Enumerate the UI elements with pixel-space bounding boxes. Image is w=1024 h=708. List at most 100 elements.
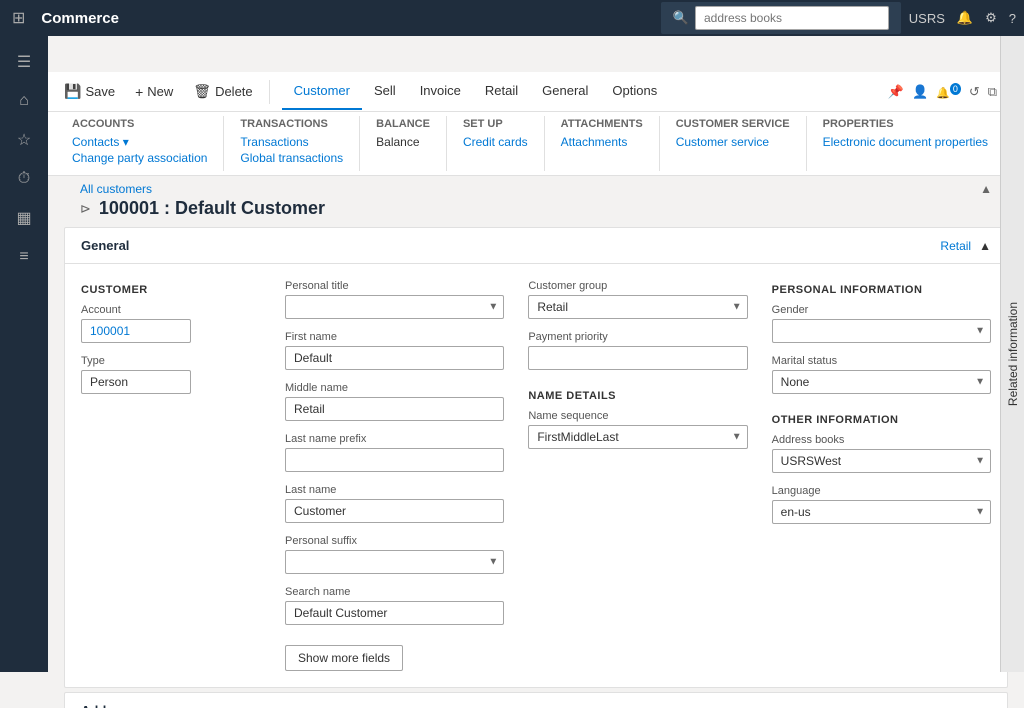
general-section-right: Retail ▲ <box>940 239 991 253</box>
first-name-input[interactable] <box>285 346 504 370</box>
help-icon[interactable]: ? <box>1009 11 1016 26</box>
middle-name-label: Middle name <box>285 382 504 394</box>
ribbon-balance[interactable]: Balance <box>376 134 430 150</box>
customer-group-label: Customer group <box>528 280 747 292</box>
marital-status-select[interactable]: None <box>772 370 991 394</box>
account-field-group: Account <box>81 304 261 343</box>
notification-badge[interactable]: 🔔0 <box>936 84 961 100</box>
tab-customer[interactable]: Customer <box>282 74 362 110</box>
filter-icon[interactable]: ⊳ <box>80 201 91 217</box>
new-button[interactable]: + New <box>127 80 181 104</box>
form-scroll: All customers ▲ ⊳ 100001 : Default Custo… <box>48 176 1024 708</box>
ribbon-global-transactions[interactable]: Global transactions <box>240 150 343 166</box>
addresses-section-title: Addresses <box>81 703 147 708</box>
ribbon-group-properties: Properties Electronic document propertie… <box>807 116 1004 171</box>
home-icon[interactable]: ⌂ <box>0 84 48 118</box>
type-field-group: Type <box>81 355 261 394</box>
payment-priority-input[interactable] <box>528 346 747 370</box>
personal-info-column: PERSONAL INFORMATION Gender ▼ Mari <box>772 280 991 671</box>
general-section-chevron[interactable]: ▲ <box>979 239 991 253</box>
clock-icon[interactable]: ⏱ <box>0 162 48 196</box>
personal-title-select-wrapper: ▼ <box>285 295 504 319</box>
gender-label: Gender <box>772 304 991 316</box>
ribbon-group-customer-service-title: Customer service <box>676 118 790 130</box>
name-details-label: NAME DETAILS <box>528 390 747 402</box>
ribbon-electronic-doc[interactable]: Electronic document properties <box>823 134 988 150</box>
language-select[interactable]: en-us <box>772 500 991 524</box>
ribbon-customer-service[interactable]: Customer service <box>676 134 790 150</box>
addresses-section-header[interactable]: Addresses ▼ <box>65 693 1007 708</box>
personal-suffix-select[interactable] <box>285 550 504 574</box>
tab-sell[interactable]: Sell <box>362 74 408 110</box>
ribbon-group-balance: Balance Balance <box>360 116 447 171</box>
ribbon-group-customer-service: Customer service Customer service <box>660 116 807 171</box>
personal-suffix-group: Personal suffix ▼ <box>285 535 504 574</box>
delete-button[interactable]: 🗑 Delete <box>185 79 260 104</box>
person-icon[interactable]: 👤 <box>912 84 928 100</box>
gender-select[interactable] <box>772 319 991 343</box>
tab-retail[interactable]: Retail <box>473 74 530 110</box>
breadcrumb[interactable]: All customers <box>80 182 152 196</box>
last-name-prefix-group: Last name prefix <box>285 433 504 472</box>
name-sequence-group: Name sequence FirstMiddleLast ▼ <box>528 410 747 449</box>
search-icon: 🔍 <box>673 10 689 26</box>
pin-icon[interactable]: 📌 <box>888 84 904 100</box>
search-input[interactable] <box>695 6 889 30</box>
last-name-prefix-input[interactable] <box>285 448 504 472</box>
customer-section-label: CUSTOMER <box>81 284 261 296</box>
ribbon-group-setup-title: Set up <box>463 118 528 130</box>
save-button[interactable]: 💾 Save <box>56 79 123 104</box>
bell-icon[interactable]: 🔔 <box>957 10 973 26</box>
page-title: 100001 : Default Customer <box>99 198 325 219</box>
type-label: Type <box>81 355 261 367</box>
customer-group-field: Customer group Retail ▼ <box>528 280 747 319</box>
customer-group-select[interactable]: Retail <box>528 295 747 319</box>
address-books-select[interactable]: USRSWest <box>772 449 991 473</box>
grid-icon[interactable]: ⊞ <box>8 4 29 32</box>
star-icon[interactable]: ☆ <box>0 122 48 158</box>
search-name-input[interactable] <box>285 601 504 625</box>
list-icon[interactable]: ≡ <box>0 240 48 274</box>
last-name-group: Last name <box>285 484 504 523</box>
tab-options[interactable]: Options <box>600 74 669 110</box>
left-sidebar: ☰ ⌂ ☆ ⏱ ▦ ≡ <box>0 36 48 672</box>
addresses-chevron-icon[interactable]: ▼ <box>979 704 991 708</box>
name-sequence-label: Name sequence <box>528 410 747 422</box>
ribbon-change-party[interactable]: Change party association <box>72 150 207 166</box>
search-box[interactable]: 🔍 <box>661 2 901 34</box>
last-name-input[interactable] <box>285 499 504 523</box>
type-input[interactable] <box>81 370 191 394</box>
right-panel[interactable]: Related information <box>1000 36 1024 672</box>
address-books-group: Address books USRSWest ▼ <box>772 434 991 473</box>
tab-invoice[interactable]: Invoice <box>408 74 473 110</box>
ribbon-transactions[interactable]: Transactions <box>240 134 343 150</box>
ribbon-attachments[interactable]: Attachments <box>561 134 643 150</box>
toolbar: 💾 Save + New 🗑 Delete Customer Sell Invo… <box>48 72 1024 112</box>
new-icon: + <box>135 84 143 100</box>
tab-general[interactable]: General <box>530 74 600 110</box>
language-group: Language en-us ▼ <box>772 485 991 524</box>
ribbon-group-transactions-title: Transactions <box>240 118 343 130</box>
save-icon: 💾 <box>64 83 81 100</box>
name-sequence-select[interactable]: FirstMiddleLast <box>528 425 747 449</box>
collapse-icon[interactable]: ▲ <box>980 182 992 196</box>
restore-icon[interactable]: ⧉ <box>988 84 997 100</box>
general-section-badge: Retail <box>940 239 971 253</box>
ribbon-credit-cards[interactable]: Credit cards <box>463 134 528 150</box>
refresh-icon[interactable]: ↺ <box>969 84 980 100</box>
show-more-button[interactable]: Show more fields <box>285 645 403 671</box>
account-label: Account <box>81 304 261 316</box>
personal-title-select[interactable] <box>285 295 504 319</box>
general-section-header[interactable]: General Retail ▲ <box>65 228 1007 264</box>
settings-icon[interactable]: ⚙ <box>985 10 997 26</box>
ribbon-contacts[interactable]: Contacts ▾ <box>72 134 207 150</box>
language-select-wrapper: en-us ▼ <box>772 500 991 524</box>
menu-icon[interactable]: ☰ <box>0 44 48 80</box>
middle-name-input[interactable] <box>285 397 504 421</box>
account-input[interactable] <box>81 319 191 343</box>
app-title: Commerce <box>41 10 652 27</box>
general-content: CUSTOMER Account Type Persona <box>65 264 1007 687</box>
database-icon[interactable]: ▦ <box>0 200 48 236</box>
name-sequence-select-wrapper: FirstMiddleLast ▼ <box>528 425 747 449</box>
main-container: 💾 Save + New 🗑 Delete Customer Sell Invo… <box>48 72 1024 708</box>
